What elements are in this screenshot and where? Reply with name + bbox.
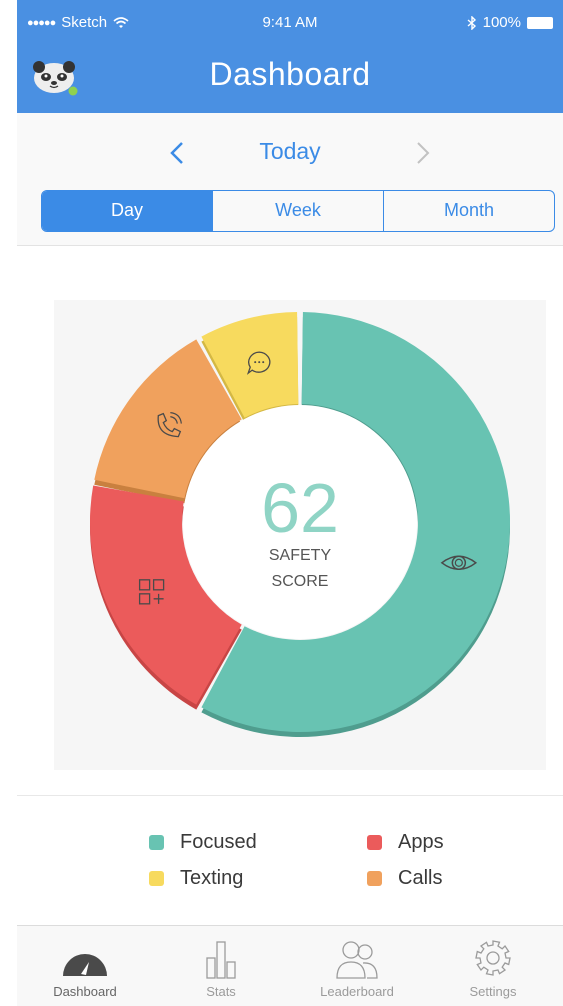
legend-calls: Calls	[367, 867, 442, 890]
legend-focused: Focused	[149, 831, 257, 854]
score-label-line1: SAFETY	[269, 547, 332, 564]
score-label-line2: SCORE	[272, 573, 329, 590]
bluetooth-icon	[467, 15, 476, 30]
legend-label-apps: Apps	[398, 831, 444, 853]
segment-day[interactable]: Day	[42, 191, 212, 231]
people-icon	[336, 941, 378, 979]
speedometer-icon	[63, 954, 107, 976]
battery-percent: 100%	[482, 14, 521, 31]
legend-swatch-focused	[149, 835, 164, 850]
legend-label-texting: Texting	[180, 867, 244, 889]
tab-dashboard[interactable]: Dashboard	[17, 926, 153, 1006]
chart-legend: Focused Apps Texting Calls	[17, 795, 563, 926]
status-bar: ●●●●● Sketch 9:41 AM 100%	[17, 0, 563, 44]
segment-month[interactable]: Month	[383, 191, 554, 231]
legend-apps: Apps	[367, 831, 444, 854]
date-bar: Today Day Week Month	[17, 113, 563, 246]
safety-score-chart: 62 SAFETY SCORE	[54, 300, 546, 770]
donut-chart: 62 SAFETY SCORE	[90, 312, 511, 737]
app-header: ●●●●● Sketch 9:41 AM 100% Dashboard	[17, 0, 563, 113]
period-segmented-control: Day Week Month	[41, 190, 555, 232]
legend-swatch-calls	[367, 871, 382, 886]
tab-label-leaderboard: Leaderboard	[320, 984, 394, 999]
tab-label-dashboard: Dashboard	[53, 984, 117, 999]
tab-stats[interactable]: Stats	[153, 926, 289, 1006]
tab-leaderboard[interactable]: Leaderboard	[289, 926, 425, 1006]
gear-icon	[475, 940, 511, 976]
legend-swatch-texting	[149, 871, 164, 886]
segment-week[interactable]: Week	[212, 191, 383, 231]
page-title: Dashboard	[209, 56, 371, 92]
battery-icon	[527, 16, 553, 29]
date-label[interactable]: Today	[17, 138, 563, 165]
tab-settings[interactable]: Settings	[425, 926, 561, 1006]
status-right: 100%	[467, 14, 553, 31]
tab-bar: Dashboard Stats Leaderboard Settings	[17, 925, 563, 1006]
legend-label-calls: Calls	[398, 867, 443, 889]
bar-chart-icon	[206, 941, 236, 979]
tab-label-settings: Settings	[469, 984, 517, 999]
tab-label-stats: Stats	[206, 984, 236, 999]
phone-screen: ●●●●● Sketch 9:41 AM 100% Dashboard Toda…	[17, 0, 563, 1006]
legend-swatch-apps	[367, 835, 382, 850]
date-navigator: Today	[17, 138, 563, 168]
legend-label-focused: Focused	[180, 831, 257, 853]
score-value: 62	[261, 469, 339, 547]
legend-texting: Texting	[149, 867, 243, 890]
next-day-button[interactable]	[409, 140, 435, 166]
